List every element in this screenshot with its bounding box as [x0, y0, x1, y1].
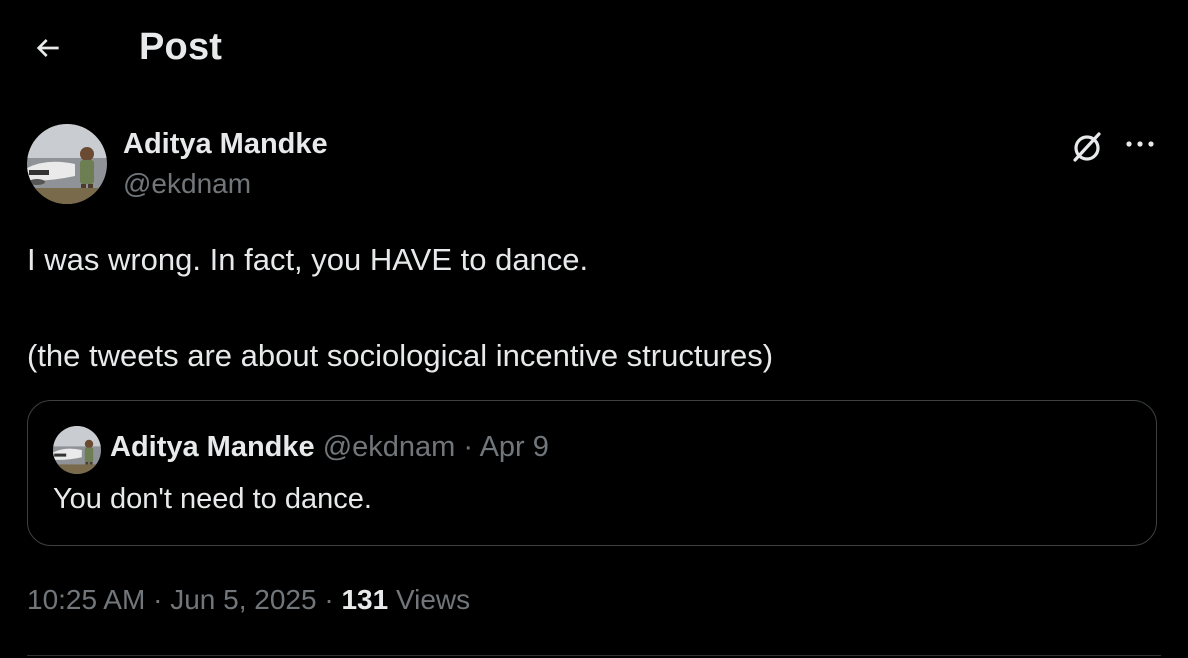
tweet-text-line: I was wrong. In fact, you HAVE to dance. [27, 242, 589, 277]
grok-icon [1073, 132, 1101, 162]
author-handle[interactable]: @ekdnam [123, 168, 251, 200]
author-avatar[interactable] [27, 124, 107, 204]
more-horizontal-icon [1126, 141, 1154, 147]
views-count: 131 [341, 584, 389, 615]
views-label: Views [395, 584, 471, 615]
quoted-tweet-header: Aditya Mandke @ekdnam · Apr 9 [110, 431, 549, 464]
separator-dot: · [463, 431, 474, 463]
quoted-author-handle: @ekdnam [322, 431, 456, 463]
separator-dot: · [153, 584, 163, 615]
quoted-tweet-date: Apr 9 [479, 431, 549, 463]
post-page: Post Aditya Mandke @ekdnam I was wrong. … [0, 0, 1188, 658]
author-name[interactable]: Aditya Mandke [123, 128, 328, 161]
top-bar: Post [0, 0, 1188, 96]
avatar-image [53, 426, 101, 474]
page-title: Post [139, 26, 223, 68]
tweet-text-line: (the tweets are about sociological incen… [27, 338, 774, 373]
more-options-button[interactable] [1118, 126, 1162, 162]
back-button[interactable] [22, 24, 74, 72]
separator-dot: · [324, 584, 334, 615]
tweet-text: I was wrong. In fact, you HAVE to dance.… [27, 236, 1157, 380]
quoted-tweet-text: You don't need to dance. [53, 483, 372, 515]
avatar-image [27, 124, 107, 204]
grok-button[interactable] [1066, 126, 1108, 168]
quoted-tweet-card[interactable]: Aditya Mandke @ekdnam · Apr 9 You don't … [27, 400, 1157, 546]
quoted-author-avatar [53, 426, 101, 474]
post-date[interactable]: Jun 5, 2025 [170, 584, 316, 615]
arrow-left-icon [36, 39, 59, 57]
post-time[interactable]: 10:25 AM [27, 584, 145, 615]
quoted-author-name: Aditya Mandke [110, 431, 315, 463]
post-meta: 10:25 AM · Jun 5, 2025 · 131 Views [27, 584, 470, 616]
divider [27, 655, 1161, 656]
